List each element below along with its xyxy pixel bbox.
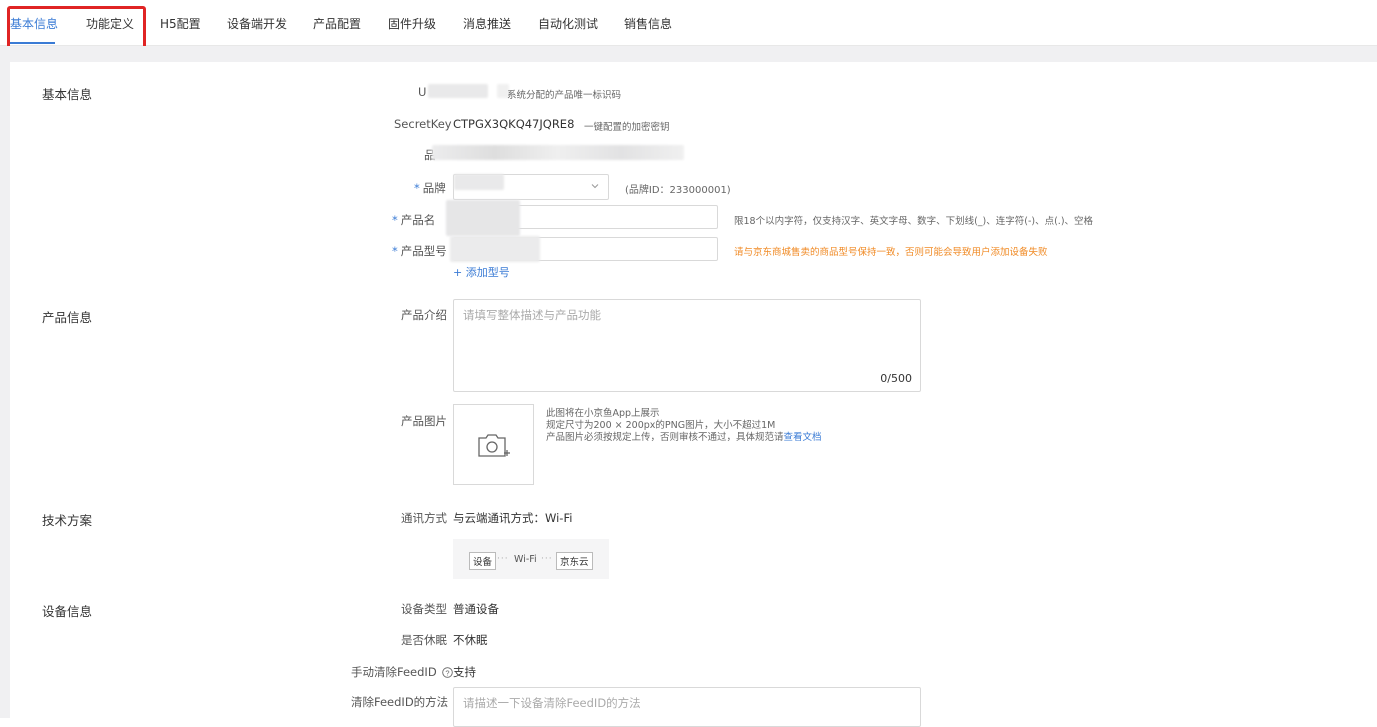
flow-wifi: Wi-Fi — [514, 554, 537, 565]
svg-text:?: ? — [446, 668, 450, 677]
product-name-label: * 产品名 — [392, 213, 436, 227]
section-title-device: 设备信息 — [42, 604, 93, 619]
clear-method-label: 清除FeedID的方法 — [351, 695, 449, 709]
flow-connector: ··· — [497, 554, 509, 564]
section-title-tech: 技术方案 — [42, 513, 93, 528]
secretkey-label: SecretKey — [394, 117, 452, 131]
redacted-product-name — [446, 200, 520, 236]
tab-firmware-upgrade[interactable]: 固件升级 — [388, 15, 436, 32]
comm-value: 与云端通讯方式：Wi-Fi — [453, 511, 573, 525]
page-divider — [0, 46, 1377, 62]
product-name-hint: 限18个以内字符，仅支持汉字、英文字母、数字、下划线(_)、连字符(-)、点(.… — [734, 216, 1094, 227]
help-icon[interactable]: ? — [442, 667, 454, 678]
comm-label: 通讯方式 — [401, 511, 447, 525]
redacted-product-model — [450, 236, 540, 262]
flow-connector: ··· — [541, 554, 553, 564]
brand-label: * 品牌 — [414, 181, 446, 195]
active-tab-indicator — [10, 42, 55, 44]
sleep-value: 不休眠 — [453, 633, 488, 647]
view-doc-link[interactable]: 查看文档 — [784, 432, 822, 443]
tab-device-development[interactable]: 设备端开发 — [227, 15, 287, 32]
sleep-label: 是否休眠 — [401, 633, 447, 647]
tab-h5-config[interactable]: H5配置 — [160, 15, 201, 32]
product-intro-textarea[interactable]: 请填写整体描述与产品功能 0/500 — [453, 299, 921, 392]
feedid-value: 支持 — [453, 665, 476, 679]
tab-automation-test[interactable]: 自动化测试 — [538, 15, 598, 32]
uuid-label: U — [418, 85, 427, 99]
camera-add-icon — [478, 434, 510, 457]
section-title-product: 产品信息 — [42, 310, 93, 325]
product-intro-placeholder: 请填写整体描述与产品功能 — [463, 308, 601, 322]
add-model-link[interactable]: + 添加型号 — [453, 264, 510, 280]
tab-product-config[interactable]: 产品配置 — [313, 15, 361, 32]
comm-flow-diagram: 设备 ··· Wi-Fi ··· 京东云 — [453, 539, 609, 579]
uuid-hint: 系统分配的产品唯一标识码 — [507, 90, 622, 101]
left-gutter — [0, 46, 10, 718]
product-model-label: * 产品型号 — [392, 244, 447, 258]
chevron-down-icon — [591, 184, 599, 189]
required-mark: * — [392, 213, 398, 227]
product-image-label: 产品图片 — [401, 414, 447, 428]
product-intro-counter: 0/500 — [880, 372, 912, 385]
flow-cloud: 京东云 — [556, 552, 593, 570]
clear-method-placeholder: 请描述一下设备清除FeedID的方法 — [463, 696, 641, 710]
flow-device: 设备 — [469, 552, 497, 570]
redacted-category — [432, 145, 684, 160]
device-type-value: 普通设备 — [453, 602, 499, 616]
product-intro-label: 产品介绍 — [401, 308, 447, 322]
tab-sales-info[interactable]: 销售信息 — [624, 15, 672, 32]
tab-message-push[interactable]: 消息推送 — [463, 15, 511, 32]
required-mark: * — [414, 181, 420, 195]
tab-function-definition[interactable]: 功能定义 — [86, 15, 134, 32]
section-title-basic: 基本信息 — [42, 87, 93, 102]
secretkey-hint: 一键配置的加密密钥 — [584, 122, 670, 133]
device-type-label: 设备类型 — [401, 602, 447, 616]
image-hint-rules: 产品图片必须按规定上传，否则审核不通过，具体规范请查看文档 — [546, 432, 822, 443]
tab-basic-info[interactable]: 基本信息 — [10, 15, 58, 32]
redacted-uuid — [428, 84, 488, 98]
redacted-brand — [454, 174, 504, 190]
tab-bar: 基本信息 功能定义 H5配置 设备端开发 产品配置 固件升级 消息推送 自动化测… — [0, 0, 1377, 46]
required-mark: * — [392, 244, 398, 258]
secretkey-value: CTPGX3QKQ47JQRE8 — [453, 117, 575, 131]
image-upload-button[interactable] — [453, 404, 534, 485]
clear-method-textarea[interactable]: 请描述一下设备清除FeedID的方法 — [453, 687, 921, 727]
feedid-label: 手动清除FeedID ? — [351, 664, 454, 680]
product-model-hint: 请与京东商城售卖的商品型号保持一致，否则可能会导致用户添加设备失败 — [734, 247, 1048, 258]
brand-id: (品牌ID：233000001) — [625, 185, 731, 196]
